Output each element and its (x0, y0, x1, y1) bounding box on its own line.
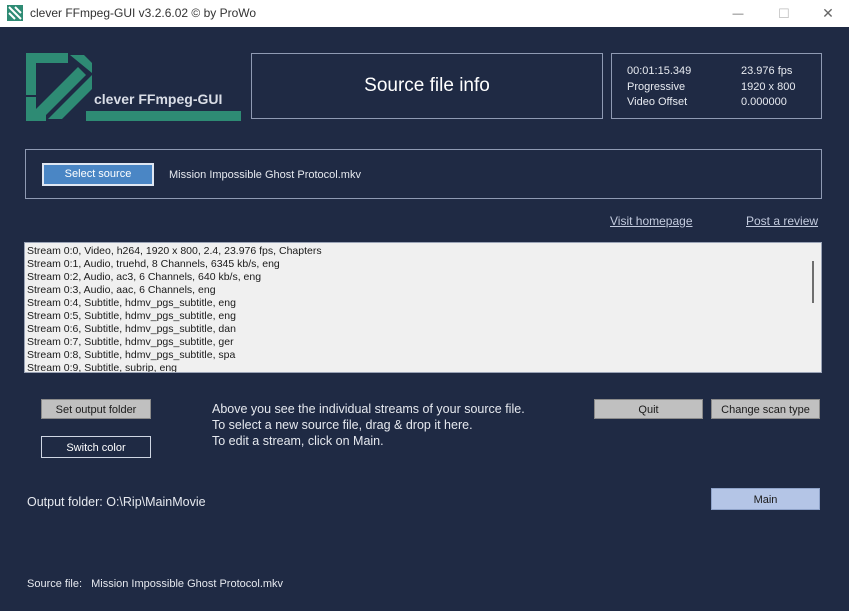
scan-type-value: Progressive (627, 81, 686, 93)
footer-source-label: Source file: (27, 578, 83, 590)
visit-homepage-link[interactable]: Visit homepage (610, 214, 693, 228)
instruction-line: To edit a stream, click on Main. (212, 434, 384, 448)
stream-item[interactable]: Stream 0:2, Audio, ac3, 6 Channels, 640 … (27, 271, 821, 284)
info-header: Source file info (251, 53, 603, 119)
select-source-button[interactable]: Select source (42, 163, 154, 186)
metadata-panel: 00:01:15.349 23.976 fps Progressive 1920… (611, 53, 822, 119)
stream-item[interactable]: Stream 0:6, Subtitle, hdmv_pgs_subtitle,… (27, 323, 821, 336)
maximize-button[interactable]: ☐ (761, 0, 807, 27)
video-offset-label: Video Offset (627, 96, 688, 108)
stream-item[interactable]: Stream 0:5, Subtitle, hdmv_pgs_subtitle,… (27, 310, 821, 323)
quit-button[interactable]: Quit (594, 399, 703, 419)
instructions: Above you see the individual streams of … (212, 401, 525, 449)
fps-value: 23.976 fps (741, 65, 793, 77)
post-review-link[interactable]: Post a review (746, 214, 818, 228)
stream-item[interactable]: Stream 0:1, Audio, truehd, 8 Channels, 6… (27, 258, 821, 271)
logo-text: clever FFmpeg-GUI (94, 91, 223, 107)
app-logo (26, 53, 241, 121)
minimize-icon: — (732, 7, 744, 20)
duration-value: 00:01:15.349 (627, 65, 692, 77)
stream-items: Stream 0:0, Video, h264, 1920 x 800, 2.4… (25, 243, 821, 372)
main-button[interactable]: Main (711, 488, 820, 510)
streams-list[interactable]: Stream 0:0, Video, h264, 1920 x 800, 2.4… (24, 242, 822, 373)
resolution-value: 1920 x 800 (741, 81, 796, 93)
window-title: clever FFmpeg-GUI v3.2.6.02 © by ProWo (30, 6, 257, 20)
change-scan-type-button[interactable]: Change scan type (711, 399, 820, 419)
close-button[interactable]: ✕ (805, 0, 849, 27)
stream-item[interactable]: Stream 0:8, Subtitle, hdmv_pgs_subtitle,… (27, 349, 821, 362)
main-panel: clever FFmpeg-GUI Source file info 00:01… (0, 27, 849, 611)
source-filename: Mission Impossible Ghost Protocol.mkv (169, 169, 361, 181)
maximize-icon: ☐ (778, 5, 790, 21)
scroll-thumb[interactable] (812, 261, 814, 303)
video-offset-value: 0.000000 (741, 96, 787, 108)
stream-item[interactable]: Stream 0:4, Subtitle, hdmv_pgs_subtitle,… (27, 297, 821, 310)
source-panel: Select source Mission Impossible Ghost P… (25, 149, 822, 199)
instruction-line: To select a new source file, drag & drop… (212, 418, 473, 432)
output-folder: Output folder: O:\Rip\MainMovie (27, 495, 206, 509)
close-icon: ✕ (822, 5, 834, 21)
footer-source: Source file: Mission Impossible Ghost Pr… (27, 578, 289, 590)
output-folder-path: O:\Rip\MainMovie (106, 495, 206, 509)
output-folder-label: Output folder: (27, 495, 103, 509)
set-output-folder-button[interactable]: Set output folder (41, 399, 151, 419)
minimize-button[interactable]: — (715, 0, 761, 27)
title-bar: clever FFmpeg-GUI v3.2.6.02 © by ProWo —… (0, 0, 849, 27)
scrollbar[interactable] (805, 243, 821, 372)
footer-source-filename: Mission Impossible Ghost Protocol.mkv (91, 578, 284, 590)
info-header-title: Source file info (364, 75, 490, 96)
stream-item[interactable]: Stream 0:0, Video, h264, 1920 x 800, 2.4… (27, 245, 821, 258)
instruction-line: Above you see the individual streams of … (212, 402, 525, 416)
app-icon (7, 5, 23, 21)
stream-item[interactable]: Stream 0:3, Audio, aac, 6 Channels, eng (27, 284, 821, 297)
stream-item[interactable]: Stream 0:9, Subtitle, subrip, eng (27, 362, 821, 372)
stream-item[interactable]: Stream 0:7, Subtitle, hdmv_pgs_subtitle,… (27, 336, 821, 349)
switch-color-button[interactable]: Switch color (41, 436, 151, 458)
